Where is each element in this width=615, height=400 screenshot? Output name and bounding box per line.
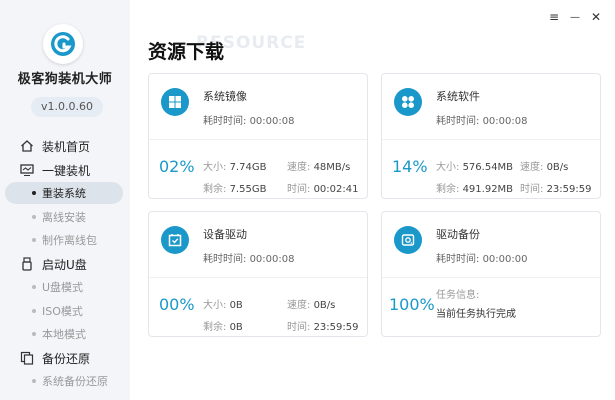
nav-make-offline-package[interactable]: 制作离线包 — [5, 229, 123, 251]
app-name: 极客狗装机大师 — [17, 72, 113, 87]
bullet-icon — [32, 379, 36, 383]
nav-reinstall-system[interactable]: 重装系统 — [5, 182, 123, 204]
size-field: 大小: 0B — [203, 300, 243, 311]
nav-backup-label: 备份还原 — [42, 351, 91, 366]
nav-one-click[interactable]: 一键装机 — [0, 160, 130, 180]
card-title: 系统软件 — [436, 90, 480, 103]
nav-one-click-label: 一键装机 — [42, 163, 91, 178]
speed-field: 速度: 0B/s — [287, 300, 336, 311]
app-logo — [43, 24, 83, 64]
progress-percent: 02% — [159, 157, 195, 176]
remaining-field: 剩余: 0B — [203, 322, 243, 333]
minimize-icon: — — [570, 11, 580, 23]
home-icon — [20, 139, 34, 153]
menu-icon: ≡ — [548, 10, 560, 24]
card-divider — [382, 139, 600, 140]
elapsed-time: 耗时时间: 00:00:08 — [203, 116, 295, 127]
nav-offline-install-label: 离线安装 — [42, 211, 86, 224]
menu-button[interactable]: ≡ — [547, 10, 561, 24]
progress-percent: 00% — [159, 295, 195, 314]
eta-field: 时间: 00:02:41 — [287, 184, 359, 195]
remaining-field: 剩余: 491.92MB — [436, 184, 514, 195]
remaining-field: 剩余: 7.55GB — [203, 184, 267, 195]
download-card-driver-backup: 驱动备份 耗时时间: 00:00:00 100% 任务信息: 当前任务执行完成 — [381, 211, 601, 337]
card-divider — [382, 277, 600, 278]
close-icon: ✕ — [590, 10, 602, 24]
progress-percent: 14% — [392, 157, 428, 176]
monitor-icon — [20, 163, 34, 177]
card-divider — [149, 139, 367, 140]
card-divider — [149, 277, 367, 278]
nav-local-mode-label: 本地模式 — [42, 328, 86, 341]
windows-icon — [161, 88, 189, 116]
nav-home-label: 装机首页 — [42, 139, 91, 154]
bullet-icon — [32, 191, 36, 195]
bullet-icon — [32, 332, 36, 336]
nav-local-mode[interactable]: 本地模式 — [5, 323, 123, 345]
close-button[interactable]: ✕ — [589, 10, 603, 24]
version-badge: v1.0.0.60 — [31, 97, 103, 117]
disk-icon — [394, 226, 422, 254]
eta-field: 时间: 23:59:59 — [287, 322, 359, 333]
speed-field: 速度: 0B/s — [520, 162, 569, 173]
nav-usb-mode[interactable]: U盘模式 — [5, 276, 123, 298]
nav-iso-mode-label: ISO模式 — [42, 305, 83, 318]
nav-backup[interactable]: 备份还原 — [0, 348, 130, 368]
bullet-icon — [32, 309, 36, 313]
nav-make-offline-package-label: 制作离线包 — [42, 234, 97, 247]
card-title: 驱动备份 — [436, 228, 480, 241]
card-title: 系统镜像 — [203, 90, 247, 103]
nav-offline-install[interactable]: 离线安装 — [5, 206, 123, 228]
elapsed-time: 耗时时间: 00:00:08 — [203, 254, 295, 265]
bullet-icon — [32, 285, 36, 289]
download-card-device-driver: 设备驱动 耗时时间: 00:00:08 00% 大小: 0B 速度: 0B/s … — [148, 211, 368, 337]
page-title: 资源下载 — [148, 41, 225, 63]
task-status-text: 当前任务执行完成 — [436, 309, 516, 320]
usb-icon — [20, 257, 34, 271]
elapsed-time: 耗时时间: 00:00:08 — [436, 116, 528, 127]
nav-home[interactable]: 装机首页 — [0, 136, 130, 156]
nav-reinstall-system-label: 重装系统 — [42, 187, 86, 200]
eta-field: 时间: 23:59:59 — [520, 184, 592, 195]
download-card-system-software: 系统软件 耗时时间: 00:00:08 14% 大小: 576.54MB 速度:… — [381, 73, 601, 199]
elapsed-time: 耗时时间: 00:00:00 — [436, 254, 528, 265]
task-info-label: 任务信息: — [436, 290, 480, 301]
minimize-button[interactable]: — — [568, 10, 582, 24]
nav-system-backup-restore[interactable]: 系统备份还原 — [5, 370, 123, 392]
size-field: 大小: 576.54MB — [436, 162, 514, 173]
dog-logo-icon — [51, 32, 75, 56]
nav-usb-label: 启动U盘 — [42, 257, 87, 272]
apps-icon — [394, 88, 422, 116]
size-field: 大小: 7.74GB — [203, 162, 267, 173]
sidebar: 极客狗装机大师 v1.0.0.60 装机首页 一键装机 重装系统 离线安装 制作… — [0, 0, 130, 400]
speed-field: 速度: 48MB/s — [287, 162, 351, 173]
nav-system-backup-restore-label: 系统备份还原 — [42, 375, 108, 388]
driver-icon — [161, 226, 189, 254]
bullet-icon — [32, 238, 36, 242]
bullet-icon — [32, 215, 36, 219]
card-title: 设备驱动 — [203, 228, 247, 241]
progress-percent: 100% — [389, 295, 435, 314]
backup-icon — [20, 351, 34, 365]
nav-iso-mode[interactable]: ISO模式 — [5, 300, 123, 322]
nav-usb[interactable]: 启动U盘 — [0, 254, 130, 274]
download-card-system-image: 系统镜像 耗时时间: 00:00:08 02% 大小: 7.74GB 速度: 4… — [148, 73, 368, 199]
nav-usb-mode-label: U盘模式 — [42, 281, 84, 294]
